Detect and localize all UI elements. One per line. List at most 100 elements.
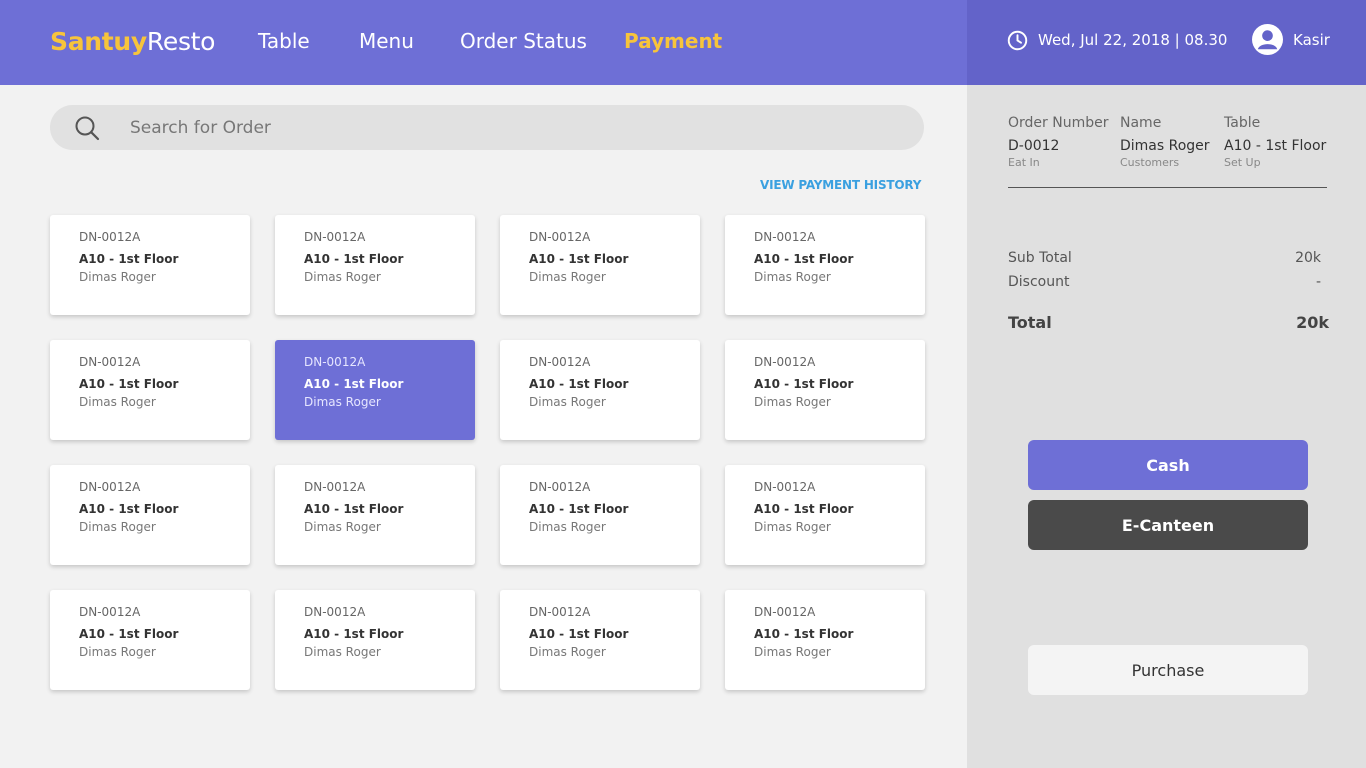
discount-label: Discount — [1008, 274, 1070, 290]
order-card-table: A10 - 1st Floor — [79, 502, 179, 516]
order-card[interactable]: DN-0012A A10 - 1st Floor Dimas Roger — [50, 590, 250, 690]
order-card-customer: Dimas Roger — [754, 520, 831, 534]
order-card-table: A10 - 1st Floor — [304, 377, 404, 391]
order-card[interactable]: DN-0012A A10 - 1st Floor Dimas Roger — [275, 215, 475, 315]
order-card-id: DN-0012A — [754, 230, 816, 244]
order-card-id: DN-0012A — [79, 355, 141, 369]
order-card-customer: Dimas Roger — [754, 645, 831, 659]
order-card-customer: Dimas Roger — [304, 645, 381, 659]
order-card-id: DN-0012A — [754, 480, 816, 494]
order-card-id: DN-0012A — [304, 480, 366, 494]
order-card-id: DN-0012A — [529, 230, 591, 244]
order-card-table: A10 - 1st Floor — [754, 377, 854, 391]
order-card[interactable]: DN-0012A A10 - 1st Floor Dimas Roger — [500, 465, 700, 565]
logo-brand-light: Resto — [146, 27, 216, 56]
order-card-id: DN-0012A — [529, 355, 591, 369]
nav-payment[interactable]: Payment — [624, 29, 722, 53]
user-name[interactable]: Kasir — [1293, 31, 1330, 49]
total-label: Total — [1008, 313, 1052, 332]
order-number-value: D-0012 — [1008, 138, 1060, 154]
order-card-id: DN-0012A — [304, 230, 366, 244]
order-card-table: A10 - 1st Floor — [304, 502, 404, 516]
order-card[interactable]: DN-0012A A10 - 1st Floor Dimas Roger — [500, 215, 700, 315]
order-card[interactable]: DN-0012A A10 - 1st Floor Dimas Roger — [725, 340, 925, 440]
subtotal-label: Sub Total — [1008, 250, 1072, 266]
nav-table[interactable]: Table — [258, 29, 310, 53]
order-card-customer: Dimas Roger — [79, 520, 156, 534]
order-card-table: A10 - 1st Floor — [79, 377, 179, 391]
order-card-customer: Dimas Roger — [754, 270, 831, 284]
search-icon[interactable] — [74, 115, 100, 141]
order-card-id: DN-0012A — [304, 355, 366, 369]
order-card-customer: Dimas Roger — [529, 520, 606, 534]
order-card-grid: DN-0012A A10 - 1st Floor Dimas Roger DN-001… — [50, 215, 926, 691]
order-card-id: DN-0012A — [79, 605, 141, 619]
order-card[interactable]: DN-0012A A10 - 1st Floor Dimas Roger — [50, 215, 250, 315]
order-card[interactable]: DN-0012A A10 - 1st Floor Dimas Roger — [725, 590, 925, 690]
clock-icon — [1007, 30, 1028, 51]
divider — [1008, 187, 1327, 188]
order-card-table: A10 - 1st Floor — [79, 627, 179, 641]
order-card-customer: Dimas Roger — [304, 520, 381, 534]
order-card-id: DN-0012A — [304, 605, 366, 619]
order-card-id: DN-0012A — [754, 355, 816, 369]
order-card-customer: Dimas Roger — [304, 270, 381, 284]
subtotal-value: 20k — [1295, 250, 1321, 266]
total-value: 20k — [1296, 313, 1329, 332]
order-number-column: Order Number D-0012 Eat In — [1008, 115, 1108, 169]
order-card-table: A10 - 1st Floor — [529, 377, 629, 391]
nav-menu[interactable]: Menu — [359, 29, 414, 53]
subtotal-row: Sub Total 20k — [1008, 250, 1329, 270]
order-card-table: A10 - 1st Floor — [79, 252, 179, 266]
table-value: A10 - 1st Floor — [1224, 138, 1327, 154]
order-card-customer: Dimas Roger — [754, 395, 831, 409]
purchase-button[interactable]: Purchase — [1028, 645, 1308, 695]
table-status: Set Up — [1224, 156, 1261, 169]
order-card-id: DN-0012A — [79, 480, 141, 494]
table-column: Table A10 - 1st Floor Set Up — [1224, 115, 1326, 169]
order-card[interactable]: DN-0012A A10 - 1st Floor Dimas Roger — [50, 465, 250, 565]
order-card-id: DN-0012A — [529, 480, 591, 494]
e-canteen-button[interactable]: E-Canteen — [1028, 500, 1308, 550]
order-card[interactable]: DN-0012A A10 - 1st Floor Dimas Roger — [725, 215, 925, 315]
order-card-customer: Dimas Roger — [529, 270, 606, 284]
user-avatar-icon[interactable] — [1252, 24, 1283, 55]
order-card-table: A10 - 1st Floor — [754, 502, 854, 516]
customer-name-header: Name — [1120, 115, 1162, 131]
order-card-id: DN-0012A — [754, 605, 816, 619]
order-card-table: A10 - 1st Floor — [529, 627, 629, 641]
order-card-customer: Dimas Roger — [79, 270, 156, 284]
order-card-table: A10 - 1st Floor — [529, 252, 629, 266]
view-payment-history-link[interactable]: VIEW PAYMENT HISTORY — [760, 178, 921, 192]
customer-name-value: Dimas Roger — [1120, 138, 1210, 154]
order-card-customer: Dimas Roger — [79, 645, 156, 659]
order-card-table: A10 - 1st Floor — [529, 502, 629, 516]
order-card-customer: Dimas Roger — [304, 395, 381, 409]
order-card-customer: Dimas Roger — [79, 395, 156, 409]
order-card[interactable]: DN-0012A A10 - 1st Floor Dimas Roger — [275, 590, 475, 690]
order-card-table: A10 - 1st Floor — [304, 252, 404, 266]
search-input[interactable] — [130, 105, 890, 150]
order-card[interactable]: DN-0012A A10 - 1st Floor Dimas Roger — [500, 340, 700, 440]
order-card[interactable]: DN-0012A A10 - 1st Floor Dimas Roger — [725, 465, 925, 565]
table-header: Table — [1224, 115, 1261, 131]
discount-row: Discount - — [1008, 274, 1329, 294]
header-status-area: Wed, Jul 22, 2018 | 08.30 Kasir — [967, 0, 1366, 85]
discount-value: - — [1315, 274, 1321, 290]
order-card[interactable]: DN-0012A A10 - 1st Floor Dimas Roger — [50, 340, 250, 440]
customer-role: Customers — [1120, 156, 1180, 169]
order-card[interactable]: DN-0012A A10 - 1st Floor Dimas Roger — [275, 465, 475, 565]
order-card-selected[interactable]: DN-0012A A10 - 1st Floor Dimas Roger — [275, 340, 475, 440]
current-datetime: Wed, Jul 22, 2018 | 08.30 — [1038, 31, 1228, 49]
order-card-table: A10 - 1st Floor — [754, 627, 854, 641]
order-type: Eat In — [1008, 156, 1040, 169]
order-card-customer: Dimas Roger — [529, 645, 606, 659]
order-card-table: A10 - 1st Floor — [304, 627, 404, 641]
total-row: Total 20k — [1008, 313, 1329, 333]
cash-button[interactable]: Cash — [1028, 440, 1308, 490]
order-card[interactable]: DN-0012A A10 - 1st Floor Dimas Roger — [500, 590, 700, 690]
order-card-table: A10 - 1st Floor — [754, 252, 854, 266]
top-nav-bar: SantuyResto Table Menu Order Status Paym… — [0, 0, 967, 85]
app-logo[interactable]: SantuyResto — [50, 27, 215, 56]
nav-order-status[interactable]: Order Status — [460, 29, 587, 53]
